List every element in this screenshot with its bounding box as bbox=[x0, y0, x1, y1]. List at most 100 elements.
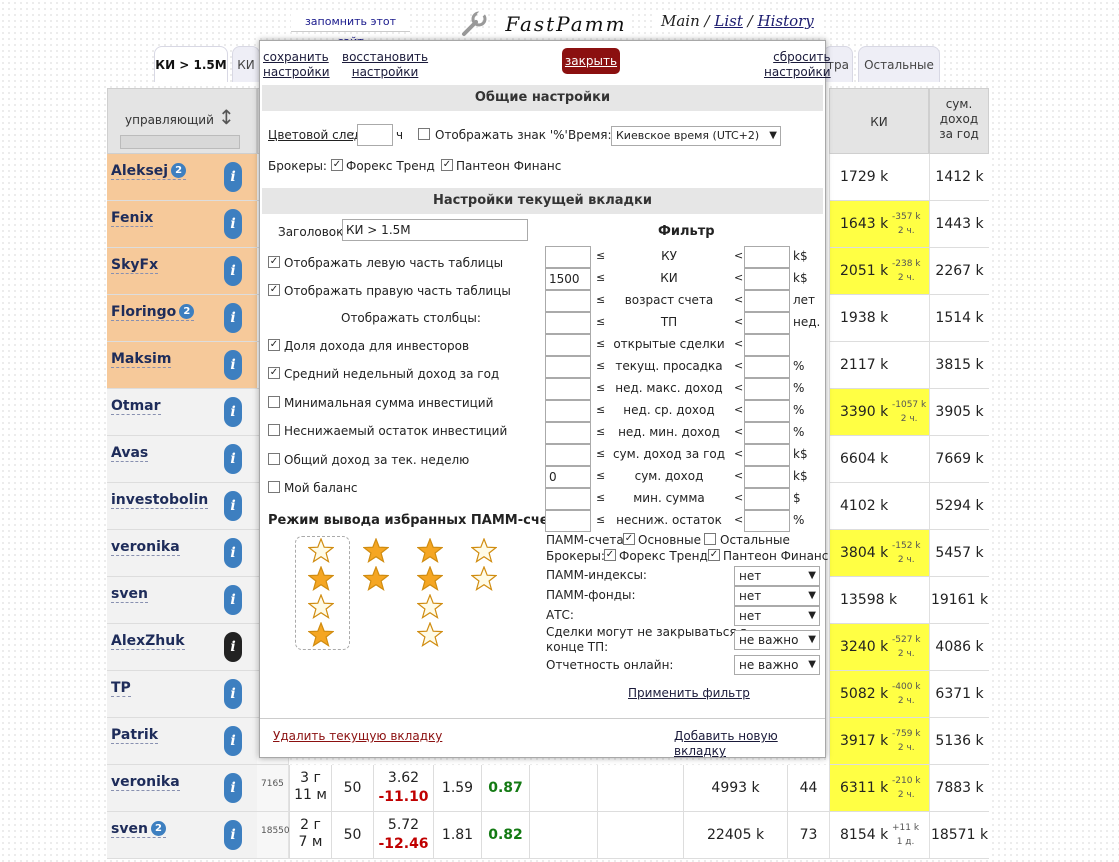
header-ki[interactable]: КИ bbox=[829, 88, 929, 154]
filter-max-input[interactable] bbox=[744, 488, 790, 510]
star-outline-icon[interactable] bbox=[308, 594, 334, 620]
header-sum-income[interactable]: сум. доход за год bbox=[929, 88, 989, 154]
info-icon[interactable]: i bbox=[224, 350, 242, 380]
filter-broker-panteon-checkbox[interactable]: ✓ bbox=[708, 549, 720, 561]
filter-min-input[interactable] bbox=[545, 312, 591, 334]
add-tab-link[interactable]: Добавить новую вкладку bbox=[674, 729, 825, 759]
info-icon[interactable]: i bbox=[224, 679, 242, 709]
manager-name-link[interactable]: AlexZhuk bbox=[111, 633, 185, 650]
header-manager[interactable]: управляющий ↕ bbox=[107, 88, 257, 154]
filter-max-input[interactable] bbox=[744, 444, 790, 466]
filter-min-input[interactable]: 0 bbox=[545, 466, 591, 488]
info-icon[interactable]: i bbox=[224, 256, 242, 286]
filter-min-input[interactable] bbox=[545, 488, 591, 510]
manager-name-link[interactable]: investobolin bbox=[111, 492, 209, 509]
manager-name-link[interactable]: veronika bbox=[111, 539, 180, 556]
filter-min-input[interactable] bbox=[545, 422, 591, 444]
info-icon[interactable]: i bbox=[224, 162, 242, 192]
manager-name-link[interactable]: Fenix bbox=[111, 210, 154, 227]
filter-min-input[interactable] bbox=[545, 290, 591, 312]
manager-name-link[interactable]: Otmar bbox=[111, 398, 161, 415]
filter-min-input[interactable] bbox=[545, 356, 591, 378]
info-icon[interactable]: i bbox=[224, 491, 242, 521]
remember-site-link[interactable]: запомнить этот сайт bbox=[291, 12, 410, 48]
manager-name-link[interactable]: sven 2 bbox=[111, 821, 166, 838]
filter-broker-forex-checkbox[interactable]: ✓ bbox=[604, 549, 616, 561]
tab-ki[interactable]: КИ bbox=[232, 46, 260, 82]
star-filled-icon[interactable] bbox=[308, 566, 334, 592]
filter-max-input[interactable] bbox=[744, 312, 790, 334]
filter-min-input[interactable] bbox=[545, 510, 591, 532]
table-row[interactable]: sven 2 i 18550 2 г7 м 50 5.72 -12.46 1.81 0.82 224… bbox=[107, 812, 989, 859]
color-trace-label[interactable]: Цветовой след bbox=[268, 128, 362, 142]
info-icon[interactable]: i bbox=[224, 444, 242, 474]
filter-min-input[interactable]: 1500 bbox=[545, 268, 591, 290]
manager-name-link[interactable]: sven bbox=[111, 586, 148, 603]
star-filled-icon[interactable] bbox=[417, 538, 443, 564]
col-week-income-checkbox[interactable] bbox=[268, 453, 280, 465]
color-trace-input[interactable] bbox=[357, 124, 393, 146]
tab-other[interactable]: Остальные bbox=[858, 46, 940, 82]
manager-name-link[interactable]: TP bbox=[111, 680, 131, 697]
star-outline-icon[interactable] bbox=[417, 594, 443, 620]
filter-max-input[interactable] bbox=[744, 422, 790, 444]
manager-name-link[interactable]: Patrik bbox=[111, 727, 159, 744]
filter-max-input[interactable] bbox=[744, 466, 790, 488]
info-icon[interactable]: i bbox=[224, 585, 242, 615]
nav-list-link[interactable]: List bbox=[714, 12, 742, 30]
info-icon[interactable]: i bbox=[224, 397, 242, 427]
table-row[interactable]: veronika i 7165 3 г 11 м 50 3.62 -11.10 1.59 0.87… bbox=[107, 765, 989, 812]
filter-max-input[interactable] bbox=[744, 378, 790, 400]
info-icon[interactable]: i bbox=[224, 632, 242, 662]
site-logo[interactable]: FastPamm bbox=[500, 10, 632, 38]
pamm-main-checkbox[interactable]: ✓ bbox=[623, 533, 635, 545]
filter-min-input[interactable] bbox=[545, 334, 591, 356]
col-my-balance-checkbox[interactable] bbox=[268, 481, 280, 493]
filter-max-input[interactable] bbox=[744, 334, 790, 356]
sort-icon[interactable]: ↕ bbox=[218, 105, 235, 129]
star-filled-icon[interactable] bbox=[363, 566, 389, 592]
pamm-other-checkbox[interactable] bbox=[704, 533, 716, 545]
show-percent-checkbox[interactable] bbox=[418, 128, 430, 140]
reset-settings-link[interactable]: сбросить настройки bbox=[764, 50, 831, 80]
pamm-indexes-select[interactable]: нет ▼ bbox=[734, 566, 820, 586]
manager-name-link[interactable]: Floringo 2 bbox=[111, 304, 195, 321]
manager-name-link[interactable]: SkyFx bbox=[111, 257, 159, 274]
star-outline-icon[interactable] bbox=[308, 538, 334, 564]
filter-min-input[interactable] bbox=[545, 400, 591, 422]
star-outline-icon[interactable] bbox=[417, 622, 443, 648]
show-left-part-checkbox[interactable]: ✓ bbox=[268, 256, 280, 268]
deals-select[interactable]: не важно ▼ bbox=[734, 630, 820, 650]
filter-max-input[interactable] bbox=[744, 400, 790, 422]
col-min-balance-checkbox[interactable] bbox=[268, 424, 280, 436]
filter-min-input[interactable] bbox=[545, 246, 591, 268]
manager-name-link[interactable]: veronika bbox=[111, 774, 180, 791]
filter-max-input[interactable] bbox=[744, 290, 790, 312]
apply-filter-link[interactable]: Применить фильтр bbox=[628, 686, 750, 701]
col-min-investment-checkbox[interactable] bbox=[268, 396, 280, 408]
manager-name-link[interactable]: Avas bbox=[111, 445, 149, 462]
filter-min-input[interactable] bbox=[545, 378, 591, 400]
restore-settings-link[interactable]: восстановить настройки bbox=[342, 50, 428, 80]
delete-tab-link[interactable]: Удалить текущую вкладку bbox=[273, 729, 442, 744]
col-investor-share-checkbox[interactable]: ✓ bbox=[268, 339, 280, 351]
pamm-funds-select[interactable]: нет ▼ bbox=[734, 586, 820, 606]
nav-main[interactable]: Main bbox=[661, 12, 700, 30]
timezone-select[interactable]: Киевское время (UTC+2) ▼ bbox=[611, 126, 781, 146]
star-filled-icon[interactable] bbox=[308, 622, 334, 648]
caption-input[interactable]: КИ > 1.5M bbox=[342, 219, 528, 241]
nav-history-link[interactable]: History bbox=[758, 12, 814, 30]
star-filled-icon[interactable] bbox=[417, 566, 443, 592]
manager-filter-input[interactable] bbox=[120, 135, 240, 149]
filter-min-input[interactable] bbox=[545, 444, 591, 466]
star-outline-icon[interactable] bbox=[471, 538, 497, 564]
close-button[interactable]: закрыть bbox=[562, 48, 620, 74]
filter-max-input[interactable] bbox=[744, 510, 790, 532]
tab-ki-1-5m[interactable]: КИ > 1.5M bbox=[154, 46, 228, 82]
manager-name-link[interactable]: Maksim bbox=[111, 351, 172, 368]
manager-name-link[interactable]: Aleksej 2 bbox=[111, 163, 187, 180]
col-avg-weekly-checkbox[interactable]: ✓ bbox=[268, 367, 280, 379]
save-settings-link[interactable]: сохранить настройки bbox=[263, 50, 330, 80]
ats-select[interactable]: нет ▼ bbox=[734, 606, 820, 626]
info-icon[interactable]: i bbox=[224, 209, 242, 239]
